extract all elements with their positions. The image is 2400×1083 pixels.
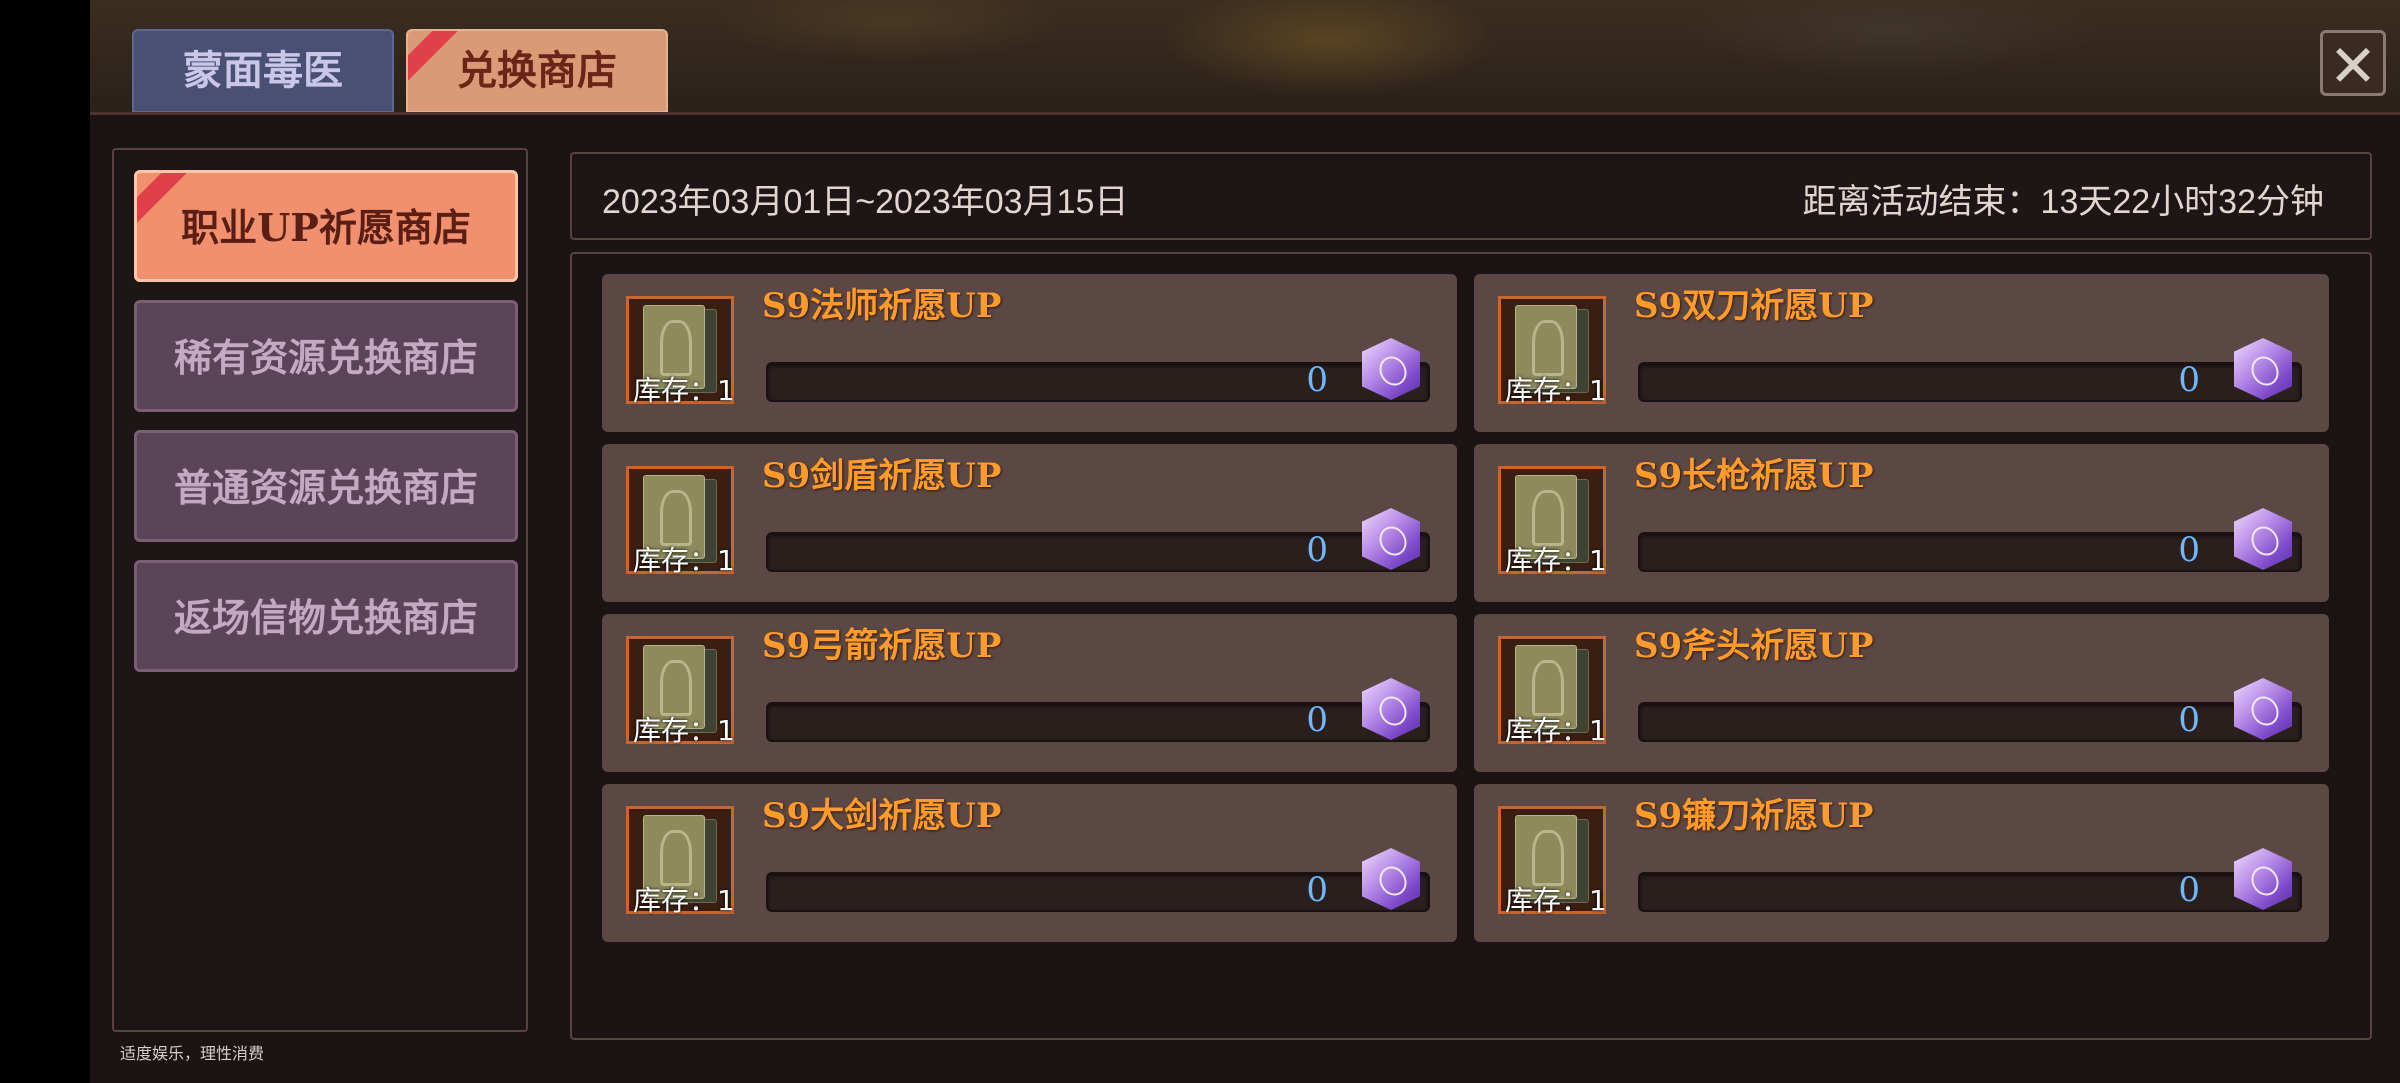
stock-count: 库存：1: [633, 714, 735, 747]
item-title: S9双刀祈愿UP: [1634, 286, 1874, 326]
item-title: S9镰刀祈愿UP: [1634, 796, 1874, 836]
item-title: S9剑盾祈愿UP: [762, 456, 1002, 496]
event-countdown: 距离活动结束：13天22小时32分钟: [1802, 183, 2324, 221]
card-pack-icon: 库存：1: [1498, 466, 1607, 577]
price-value: 0: [1306, 530, 1328, 570]
price-value: 0: [2178, 700, 2200, 740]
shop-item-card[interactable]: 库存：1 S9长枪祈愿UP 0: [1474, 444, 2329, 602]
sidebar-item-label: 职业UP祈愿商店: [181, 205, 471, 250]
new-ribbon-icon: [408, 31, 468, 91]
sidebar-item-label: 返场信物兑换商店: [173, 595, 478, 640]
sidebar-item-label: 普通资源兑换商店: [173, 465, 478, 510]
card-pack-icon: 库存：1: [1498, 636, 1607, 747]
shop-item-card[interactable]: 库存：1 S9斧头祈愿UP 0: [1474, 614, 2329, 772]
price-value: 0: [2178, 870, 2200, 910]
sidebar-item-job-up-shop[interactable]: 职业UP祈愿商店: [134, 170, 518, 282]
tab-label: 兑换商店: [457, 47, 617, 94]
card-pack-icon: 库存：1: [1498, 296, 1607, 407]
price-value: 0: [1306, 360, 1328, 400]
price-bar: 0: [766, 700, 1430, 742]
shop-item-card[interactable]: 库存：1 S9法师祈愿UP 0: [602, 274, 1457, 432]
shop-item-card[interactable]: 库存：1 S9剑盾祈愿UP 0: [602, 444, 1457, 602]
stock-count: 库存：1: [1505, 374, 1607, 407]
stock-count: 库存：1: [633, 374, 735, 407]
stock-count: 库存：1: [1505, 714, 1607, 747]
item-title: S9大剑祈愿UP: [762, 796, 1002, 836]
card-pack-icon: 库存：1: [626, 296, 735, 407]
price-bar: 0: [1638, 700, 2302, 742]
shop-item-card[interactable]: 库存：1 S9弓箭祈愿UP 0: [602, 614, 1457, 772]
price-value: 0: [2178, 530, 2200, 570]
price-bar: 0: [766, 360, 1430, 402]
sidebar-item-common-resource-shop[interactable]: 普通资源兑换商店: [134, 430, 518, 542]
tab-masked-doctor[interactable]: 蒙面毒医: [132, 29, 394, 113]
item-title: S9弓箭祈愿UP: [762, 626, 1002, 666]
sidebar-item-label: 稀有资源兑换商店: [173, 335, 478, 380]
disclaimer-text: 适度娱乐，理性消费: [120, 1044, 265, 1063]
sidebar-item-token-shop[interactable]: 返场信物兑换商店: [134, 560, 518, 672]
price-value: 0: [2178, 360, 2200, 400]
price-bar: 0: [1638, 360, 2302, 402]
stock-count: 库存：1: [1505, 544, 1607, 577]
stock-count: 库存：1: [1505, 884, 1607, 917]
shop-item-card[interactable]: 库存：1 S9大剑祈愿UP 0: [602, 784, 1457, 942]
close-icon: ✕: [2328, 32, 2378, 100]
event-info-bar: 2023年03月01日~2023年03月15日 距离活动结束：13天22小时32…: [570, 152, 2372, 240]
card-pack-icon: 库存：1: [626, 806, 735, 917]
item-title: S9长枪祈愿UP: [1634, 456, 1874, 496]
sidebar: 职业UP祈愿商店 稀有资源兑换商店 普通资源兑换商店 返场信物兑换商店: [112, 148, 528, 1032]
tab-label: 蒙面毒医: [183, 47, 343, 94]
shop-item-card[interactable]: 库存：1 S9双刀祈愿UP 0: [1474, 274, 2329, 432]
price-bar: 0: [766, 530, 1430, 572]
shop-item-card[interactable]: 库存：1 S9镰刀祈愿UP 0: [1474, 784, 2329, 942]
price-value: 0: [1306, 700, 1328, 740]
tab-exchange-shop[interactable]: 兑换商店: [406, 29, 668, 113]
new-ribbon-icon: [137, 173, 197, 233]
price-bar: 0: [1638, 870, 2302, 912]
close-button[interactable]: ✕: [2320, 30, 2386, 99]
item-title: S9法师祈愿UP: [762, 286, 1002, 326]
stock-count: 库存：1: [633, 544, 735, 577]
sidebar-item-rare-resource-shop[interactable]: 稀有资源兑换商店: [134, 300, 518, 412]
item-title: S9斧头祈愿UP: [1634, 626, 1874, 666]
price-bar: 0: [766, 870, 1430, 912]
price-bar: 0: [1638, 530, 2302, 572]
card-pack-icon: 库存：1: [626, 466, 735, 577]
price-value: 0: [1306, 870, 1328, 910]
card-pack-icon: 库存：1: [626, 636, 735, 747]
stock-count: 库存：1: [633, 884, 735, 917]
card-pack-icon: 库存：1: [1498, 806, 1607, 917]
event-date-range: 2023年03月01日~2023年03月15日: [602, 183, 1129, 221]
screen: 蒙面毒医 兑换商店 ✕ 职业UP祈愿商店 稀有资源兑换商店 普通资源兑换商店 返…: [90, 0, 2400, 1083]
